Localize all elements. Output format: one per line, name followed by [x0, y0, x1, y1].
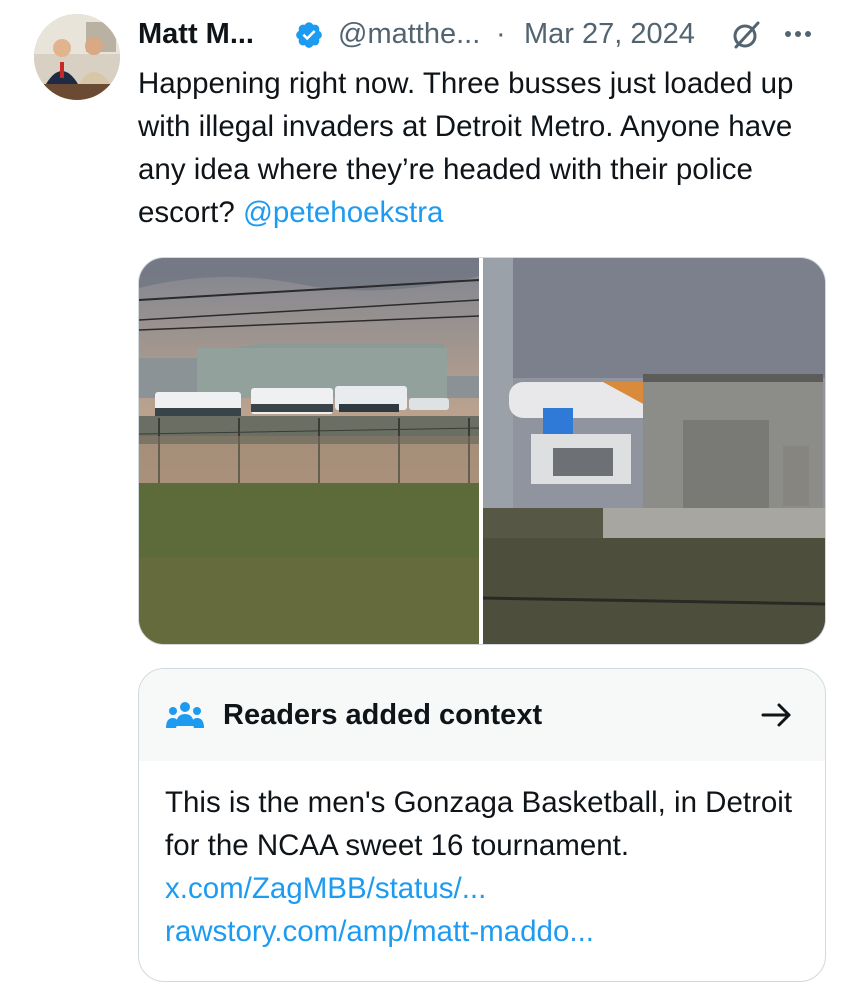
media-photo-airport-buses[interactable] [139, 258, 479, 644]
avatar[interactable] [34, 14, 120, 100]
community-note-body: This is the men's Gonzaga Basketball, in… [165, 781, 805, 953]
separator-dot: · [496, 18, 506, 50]
tweet-header: Matt M... @matthe... · Mar 27, 2024 [138, 14, 838, 54]
tweet-body-text: Happening right now. Three busses just l… [138, 67, 794, 229]
arrow-right-icon[interactable] [761, 701, 793, 729]
community-note-text: This is the men's Gonzaga Basketball, in… [165, 786, 793, 862]
community-note-header[interactable]: Readers added context [139, 669, 825, 761]
tweet-date[interactable]: Mar 27, 2024 [524, 14, 695, 54]
media-photo-airport-building[interactable] [483, 258, 825, 644]
avatar-photo [34, 14, 120, 100]
user-handle[interactable]: @matthe... [338, 14, 480, 54]
display-name[interactable]: Matt M... [138, 14, 254, 54]
community-note[interactable]: Readers added context This is the men's … [138, 668, 826, 982]
more-options-icon[interactable] [778, 14, 818, 54]
people-group-icon [166, 702, 204, 728]
verified-badge-icon [296, 22, 322, 48]
mention-link[interactable]: @petehoekstra [243, 196, 444, 229]
tweet-media[interactable] [138, 257, 826, 645]
tweet-text: Happening right now. Three busses just l… [138, 62, 828, 234]
note-source-link[interactable]: x.com/ZagMBB/status/... [165, 867, 805, 910]
grok-icon[interactable] [730, 19, 762, 51]
community-note-title: Readers added context [223, 699, 543, 731]
note-source-link[interactable]: rawstory.com/amp/matt-maddo... [165, 910, 805, 953]
